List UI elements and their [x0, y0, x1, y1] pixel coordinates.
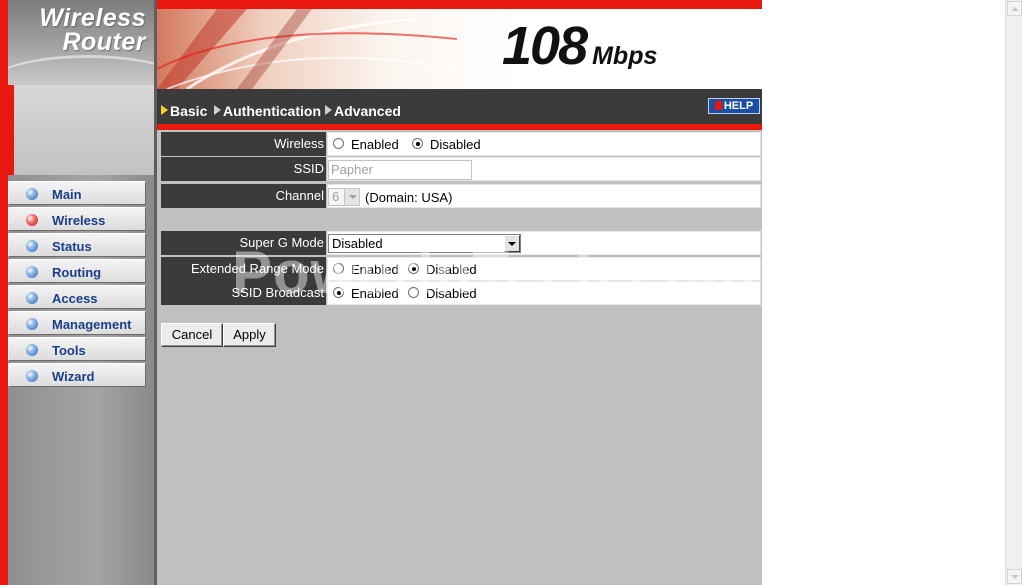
super-g-select[interactable]: Disabled	[328, 234, 521, 253]
sidebar-item-label: Access	[52, 291, 98, 306]
sidebar-item-label: Wizard	[52, 369, 95, 384]
tab-label: Authentication	[223, 103, 321, 119]
super-g-row: Super G Mode Disabled	[161, 231, 761, 255]
left-red-stripe	[0, 0, 8, 585]
active-bullet-icon	[26, 214, 38, 226]
extended-range-enabled-label: Enabled	[351, 262, 399, 277]
wireless-enabled-label: Enabled	[351, 137, 399, 152]
chevron-down-icon	[344, 189, 359, 205]
sidebar-item-label: Tools	[52, 343, 86, 358]
tab-bar-stripe	[157, 124, 762, 130]
super-g-selected: Disabled	[332, 236, 383, 251]
sidebar: Wireless Router Main Wireless Status Rou…	[8, 0, 154, 585]
triangle-right-icon	[161, 105, 168, 115]
triangle-right-icon	[325, 105, 332, 115]
extended-range-label: Extended Range Mode	[161, 257, 326, 281]
triangle-right-icon	[214, 105, 221, 115]
sidebar-item-status[interactable]: Status	[8, 233, 146, 257]
ssid-broadcast-label: SSID Broadcast	[161, 281, 326, 305]
channel-row: Channel 6 (Domain: USA)	[161, 184, 761, 208]
wireless-disabled-radio[interactable]	[412, 138, 423, 149]
wireless-value: Enabled Disabled	[327, 132, 761, 156]
channel-label: Channel	[161, 184, 326, 208]
tab-advanced[interactable]: Advanced	[325, 103, 401, 119]
tab-label: Advanced	[334, 103, 401, 119]
sidebar-nav: Main Wireless Status Routing Access Mana…	[8, 181, 148, 389]
extended-range-enabled-radio[interactable]	[333, 263, 344, 274]
ssid-broadcast-enabled-radio[interactable]	[333, 287, 344, 298]
apply-button[interactable]: Apply	[223, 323, 276, 347]
main-panel: 108 Mbps Basic Authentication Advanced HE…	[154, 0, 762, 585]
super-g-value: Disabled	[327, 231, 761, 255]
scroll-down-icon[interactable]	[1007, 569, 1022, 584]
bullet-icon	[26, 266, 38, 278]
banner-unit: Mbps	[592, 42, 658, 70]
domain-note: (Domain: USA)	[365, 190, 453, 205]
wireless-disabled-label: Disabled	[430, 137, 481, 152]
sidebar-item-label: Main	[52, 187, 82, 202]
ssid-value: Papher	[327, 157, 761, 181]
sidebar-item-routing[interactable]: Routing	[8, 259, 146, 283]
ssid-broadcast-disabled-label: Disabled	[426, 286, 477, 301]
logo-swoosh	[8, 55, 154, 85]
ssid-row: SSID Papher	[161, 157, 761, 181]
bullet-icon	[26, 188, 38, 200]
wireless-enabled-radio[interactable]	[333, 138, 344, 149]
banner-artwork	[157, 9, 457, 89]
ssid-input[interactable]: Papher	[328, 160, 472, 180]
sidebar-item-label: Routing	[52, 265, 102, 280]
banner-title: 108 Mbps	[502, 15, 657, 77]
vertical-scrollbar[interactable]	[1005, 0, 1022, 585]
ssid-broadcast-enabled-label: Enabled	[351, 286, 399, 301]
bullet-icon	[26, 370, 38, 382]
extended-range-disabled-radio[interactable]	[408, 263, 419, 274]
extended-range-row: Extended Range Mode Enabled Disabled	[161, 257, 761, 281]
help-button[interactable]: HELP	[708, 98, 760, 114]
scroll-up-icon[interactable]	[1007, 1, 1022, 16]
banner-speed: 108	[502, 16, 588, 76]
tab-authentication[interactable]: Authentication	[214, 103, 321, 119]
sidebar-item-label: Wireless	[52, 213, 106, 228]
page-background	[762, 0, 1005, 585]
tab-label: Basic	[170, 103, 208, 119]
chevron-down-icon	[504, 235, 520, 252]
banner-top-stripe	[157, 0, 762, 9]
sidebar-item-wizard[interactable]: Wizard	[8, 363, 146, 387]
channel-select[interactable]: 6	[328, 188, 360, 206]
ssid-broadcast-value: Enabled Disabled	[327, 281, 761, 305]
bullet-icon	[26, 318, 38, 330]
sidebar-item-management[interactable]: Management	[8, 311, 146, 335]
sidebar-item-label: Status	[52, 239, 92, 254]
extended-range-value: Enabled Disabled	[327, 257, 761, 281]
extended-range-disabled-label: Disabled	[426, 262, 477, 277]
channel-selected: 6	[332, 189, 340, 204]
sidebar-decoration	[8, 85, 154, 175]
ssid-broadcast-disabled-radio[interactable]	[408, 287, 419, 298]
super-g-label: Super G Mode	[161, 231, 326, 255]
tab-bar: Basic Authentication Advanced HELP	[157, 89, 762, 124]
ssid-label: SSID	[161, 157, 326, 181]
help-label: HELP	[723, 100, 754, 112]
channel-value: 6 (Domain: USA)	[327, 184, 761, 208]
sidebar-item-wireless[interactable]: Wireless	[8, 207, 146, 231]
tab-basic[interactable]: Basic	[161, 103, 207, 119]
logo-line-2: Router	[62, 28, 146, 56]
bullet-icon	[26, 292, 38, 304]
bullet-icon	[26, 240, 38, 252]
ssid-broadcast-row: SSID Broadcast Enabled Disabled	[161, 281, 761, 305]
bullet-icon	[26, 344, 38, 356]
banner: 108 Mbps	[157, 9, 762, 89]
cancel-button[interactable]: Cancel	[161, 323, 223, 347]
wireless-row: Wireless Enabled Disabled	[161, 132, 761, 156]
wireless-label: Wireless	[161, 132, 326, 156]
sidebar-item-main[interactable]: Main	[8, 181, 146, 205]
sidebar-item-access[interactable]: Access	[8, 285, 146, 309]
sidebar-item-label: Management	[52, 317, 132, 332]
logo: Wireless Router	[8, 0, 154, 85]
sidebar-item-tools[interactable]: Tools	[8, 337, 146, 361]
help-icon	[714, 101, 722, 110]
